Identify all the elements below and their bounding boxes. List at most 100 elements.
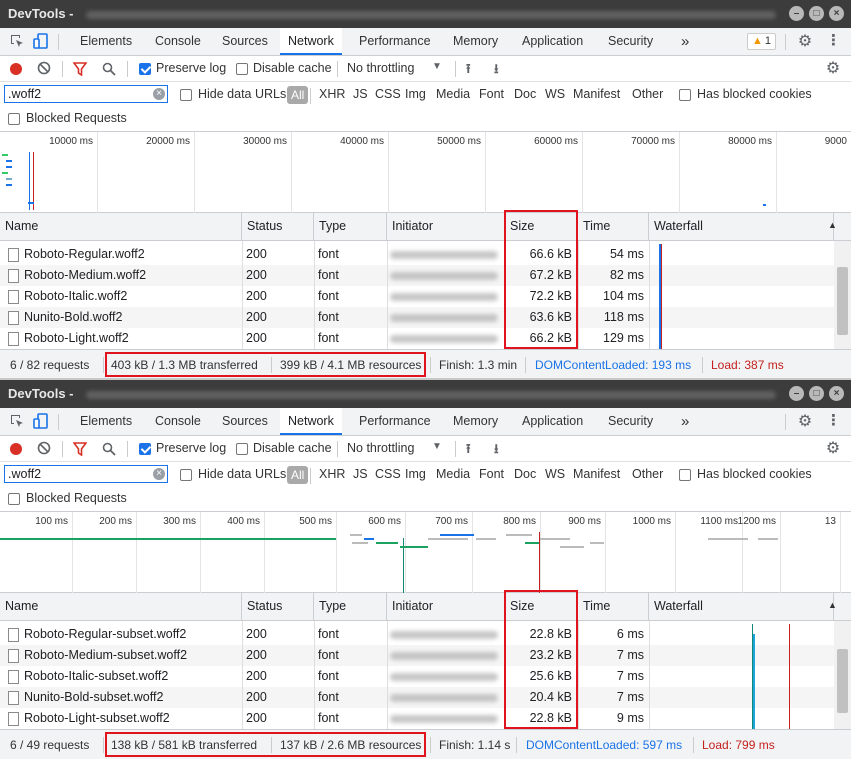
type-filter-font[interactable]: Font — [479, 87, 504, 101]
tab-security[interactable]: Security — [608, 408, 653, 435]
type-filter-doc[interactable]: Doc — [514, 467, 536, 481]
type-filter-img[interactable]: Img — [405, 87, 426, 101]
table-scrollbar[interactable] — [834, 241, 851, 349]
filter-icon[interactable] — [72, 62, 88, 77]
table-row[interactable]: Nunito-Bold.woff2 200 font 63.6 kB 118 ms — [0, 307, 834, 328]
column-header-name[interactable]: Name — [0, 593, 242, 620]
table-row[interactable]: Nunito-Bold-subset.woff2 200 font 20.4 kB 7 … — [0, 687, 834, 708]
column-header-status[interactable]: Status — [242, 213, 314, 240]
type-filter-js[interactable]: JS — [353, 467, 368, 481]
tab-console[interactable]: Console — [155, 408, 201, 435]
tab-network[interactable]: Network — [280, 28, 342, 55]
type-filter-all[interactable]: All — [287, 466, 309, 484]
type-filter-other[interactable]: Other — [632, 467, 663, 481]
search-icon[interactable] — [102, 442, 116, 456]
close-icon[interactable]: × — [829, 6, 844, 21]
network-settings-gear-icon[interactable]: ⚙ — [824, 438, 842, 458]
tab-performance[interactable]: Performance — [359, 28, 431, 55]
clear-icon[interactable] — [37, 441, 51, 455]
clear-icon[interactable] — [37, 61, 51, 75]
close-icon[interactable]: × — [829, 386, 844, 401]
more-tabs-button[interactable]: » — [681, 28, 689, 55]
scrollbar-thumb[interactable] — [837, 267, 848, 335]
type-filter-all[interactable]: All — [287, 86, 309, 104]
type-filter-xhr[interactable]: XHR — [319, 467, 345, 481]
search-icon[interactable] — [102, 62, 116, 76]
import-har-icon[interactable]: ⭱ — [466, 60, 471, 82]
has-blocked-cookies-checkbox[interactable] — [679, 469, 691, 481]
device-toolbar-icon[interactable] — [33, 413, 49, 429]
preserve-log-checkbox[interactable] — [139, 443, 151, 455]
type-filter-media[interactable]: Media — [436, 87, 470, 101]
more-tabs-button[interactable]: » — [681, 408, 689, 435]
type-filter-manifest[interactable]: Manifest — [573, 87, 620, 101]
device-toolbar-icon[interactable] — [33, 33, 49, 49]
disable-cache-checkbox[interactable] — [236, 63, 248, 75]
inspect-element-icon[interactable] — [9, 33, 25, 49]
table-row[interactable]: Roboto-Italic.woff2 200 font 72.2 kB 104 ms — [0, 286, 834, 307]
export-har-icon[interactable]: ⭳ — [494, 440, 499, 462]
has-blocked-cookies-checkbox[interactable] — [679, 89, 691, 101]
table-row[interactable]: Roboto-Light-subset.woff2 200 font 22.8 kB 9… — [0, 708, 834, 729]
table-row[interactable]: Roboto-Medium.woff2 200 font 67.2 kB 82 ms — [0, 265, 834, 286]
clear-filter-icon[interactable]: × — [153, 88, 165, 100]
type-filter-css[interactable]: CSS — [375, 87, 401, 101]
tab-application[interactable]: Application — [522, 28, 583, 55]
column-header-type[interactable]: Type — [314, 213, 387, 240]
type-filter-img[interactable]: Img — [405, 467, 426, 481]
type-filter-manifest[interactable]: Manifest — [573, 467, 620, 481]
network-overview-timeline[interactable]: 10000 ms 20000 ms 30000 ms 40000 ms 50000 ms… — [0, 132, 851, 213]
tab-sources[interactable]: Sources — [222, 408, 268, 435]
preserve-log-checkbox[interactable] — [139, 63, 151, 75]
table-row[interactable]: Roboto-Regular-subset.woff2 200 font 22.8 k… — [0, 624, 834, 655]
sort-ascending-icon[interactable]: ▲ — [828, 220, 837, 230]
disable-cache-checkbox[interactable] — [236, 443, 248, 455]
hide-data-urls-checkbox[interactable] — [180, 89, 192, 101]
table-row[interactable]: Roboto-Light.woff2 200 font 66.2 kB 129 ms — [0, 328, 834, 349]
tab-console[interactable]: Console — [155, 28, 201, 55]
type-filter-ws[interactable]: WS — [545, 467, 565, 481]
filter-input[interactable]: .woff2 — [4, 85, 168, 103]
tab-sources[interactable]: Sources — [222, 28, 268, 55]
type-filter-other[interactable]: Other — [632, 87, 663, 101]
minimize-icon[interactable]: – — [789, 6, 804, 21]
type-filter-ws[interactable]: WS — [545, 87, 565, 101]
type-filter-css[interactable]: CSS — [375, 467, 401, 481]
column-header-waterfall[interactable]: Waterfall — [649, 593, 834, 620]
tab-performance[interactable]: Performance — [359, 408, 431, 435]
table-scrollbar[interactable] — [834, 621, 851, 729]
network-overview-timeline[interactable]: 100 ms 200 ms 300 ms 400 ms 500 ms 600 ms 700 … — [0, 512, 851, 593]
filter-icon[interactable] — [72, 442, 88, 457]
sort-ascending-icon[interactable]: ▲ — [828, 600, 837, 610]
settings-gear-icon[interactable]: ⚙ — [796, 31, 814, 51]
tab-elements[interactable]: Elements — [80, 28, 132, 55]
more-options-icon[interactable]: ⋮ — [826, 411, 841, 431]
tab-elements[interactable]: Elements — [80, 408, 132, 435]
record-icon[interactable] — [10, 443, 22, 455]
table-row[interactable]: Roboto-Italic-subset.woff2 200 font 25.6 kB… — [0, 666, 834, 687]
network-settings-gear-icon[interactable]: ⚙ — [824, 58, 842, 78]
tab-memory[interactable]: Memory — [453, 28, 498, 55]
column-header-initiator[interactable]: Initiator — [387, 213, 505, 240]
maximize-icon[interactable]: □ — [809, 6, 824, 21]
table-row[interactable]: Roboto-Medium-subset.woff2 200 font 23.2 kB… — [0, 645, 834, 666]
record-icon[interactable] — [10, 63, 22, 75]
chevron-down-icon[interactable]: ▼ — [432, 61, 442, 72]
type-filter-js[interactable]: JS — [353, 87, 368, 101]
filter-input[interactable]: .woff2 — [4, 465, 168, 483]
tab-memory[interactable]: Memory — [453, 408, 498, 435]
type-filter-media[interactable]: Media — [436, 467, 470, 481]
tab-network[interactable]: Network — [280, 408, 342, 435]
column-header-type[interactable]: Type — [314, 593, 387, 620]
type-filter-doc[interactable]: Doc — [514, 87, 536, 101]
column-header-status[interactable]: Status — [242, 593, 314, 620]
throttling-select[interactable]: No throttling — [347, 61, 414, 75]
settings-gear-icon[interactable]: ⚙ — [796, 411, 814, 431]
hide-data-urls-checkbox[interactable] — [180, 469, 192, 481]
table-row[interactable]: Roboto-Regular.woff2 200 font 66.6 kB 54 ms — [0, 244, 834, 265]
clear-filter-icon[interactable]: × — [153, 468, 165, 480]
minimize-icon[interactable]: – — [789, 386, 804, 401]
type-filter-xhr[interactable]: XHR — [319, 87, 345, 101]
maximize-icon[interactable]: □ — [809, 386, 824, 401]
column-header-waterfall[interactable]: Waterfall — [649, 213, 834, 240]
